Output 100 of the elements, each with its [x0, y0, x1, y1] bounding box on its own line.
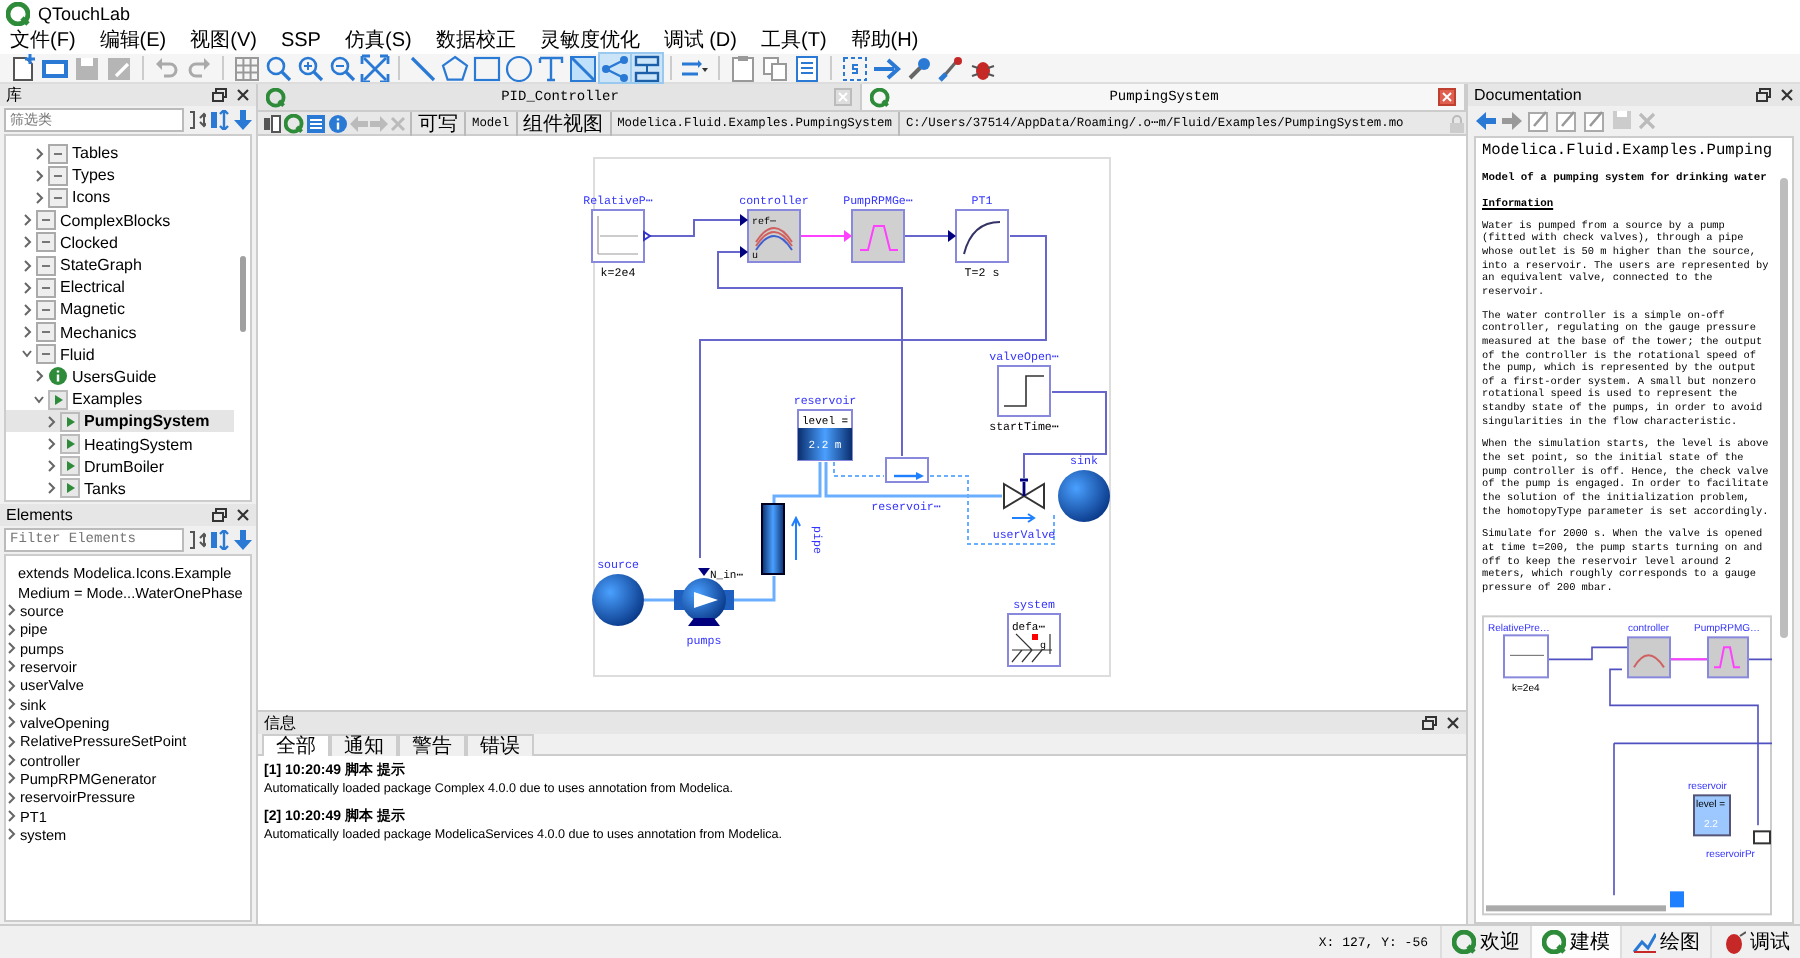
close-icon[interactable] — [1446, 716, 1460, 730]
message-tab[interactable]: 警告 — [398, 734, 466, 756]
app-logo-icon[interactable] — [284, 113, 304, 133]
menu-item[interactable]: 灵敏度优化 — [539, 29, 640, 53]
tree-item[interactable]: Examples — [6, 388, 147, 411]
window-title: QTouchLab — [38, 4, 131, 24]
dashed-square-icon[interactable] — [840, 54, 870, 82]
ellipse-icon[interactable] — [504, 54, 534, 82]
tree-item[interactable]: Tables — [6, 142, 123, 165]
pipe-symbol[interactable] — [761, 503, 801, 575]
text-view-icon[interactable] — [306, 113, 326, 133]
collapse-all-icon[interactable] — [210, 530, 230, 550]
controller-block[interactable] — [740, 209, 801, 263]
edit-icon[interactable] — [1556, 109, 1578, 131]
brush-icon[interactable] — [936, 54, 966, 82]
message-tab[interactable]: 错误 — [466, 734, 534, 756]
view-toggle-icon[interactable] — [262, 113, 282, 133]
scrollbar-thumb[interactable] — [240, 256, 246, 332]
info-icon[interactable] — [328, 113, 348, 133]
scrollbar-thumb[interactable] — [1780, 178, 1789, 638]
edit-icon[interactable] — [1584, 109, 1606, 131]
line-icon[interactable] — [408, 54, 438, 82]
menu-item[interactable]: 仿真(S) — [344, 29, 412, 53]
down-arrow-icon[interactable] — [234, 530, 252, 550]
menu-item[interactable]: 帮助(H) — [850, 29, 919, 53]
right-arrow-icon[interactable] — [872, 54, 902, 82]
play-icon — [60, 456, 80, 477]
float-icon[interactable] — [212, 88, 228, 102]
boundary-sphere[interactable] — [1058, 470, 1110, 522]
tree-item[interactable]: Magnetic — [6, 298, 129, 321]
menu-item[interactable]: SSP — [280, 29, 321, 53]
zoom-out-icon[interactable] — [328, 54, 358, 82]
edit-icon[interactable] — [1528, 109, 1550, 131]
clipboard-icon[interactable] — [728, 54, 758, 82]
back-arrow-icon[interactable] — [1476, 111, 1496, 129]
tree-item[interactable]: Types — [6, 164, 119, 187]
tree-item[interactable]: PumpingSystem — [6, 410, 234, 433]
message-tab[interactable]: 通知 — [330, 734, 398, 756]
float-icon[interactable] — [212, 508, 228, 522]
menu-item[interactable]: 文件(F) — [10, 29, 76, 53]
message-tab[interactable]: 全部 — [262, 734, 330, 756]
step-block[interactable] — [997, 365, 1051, 417]
tree-item[interactable]: DrumBoiler — [6, 455, 169, 478]
folder-icon[interactable] — [40, 54, 70, 82]
tree-item[interactable]: Icons — [6, 186, 115, 210]
boundary-sphere[interactable] — [592, 574, 644, 626]
menu-item[interactable]: 视图(V) — [190, 29, 257, 53]
valve-symbol[interactable] — [1003, 478, 1045, 523]
chart-icon — [1632, 930, 1656, 954]
package-icon — [36, 232, 56, 253]
tank-block[interactable] — [797, 409, 853, 461]
tree-item[interactable]: Tanks — [6, 477, 130, 500]
pulse-block[interactable] — [844, 209, 905, 263]
constant-block[interactable] — [591, 209, 652, 263]
close-icon[interactable] — [1438, 88, 1456, 106]
tree-item[interactable]: UsersGuide — [6, 365, 161, 389]
tree-item[interactable]: Electrical — [6, 276, 129, 299]
package-icon — [36, 322, 56, 343]
menu-item[interactable]: 工具(T) — [761, 29, 827, 53]
float-icon[interactable] — [1756, 88, 1773, 102]
play-icon — [60, 411, 80, 432]
menu-item[interactable]: 调试 (D) — [663, 29, 737, 53]
collapse-all-icon[interactable] — [210, 110, 230, 130]
close-icon[interactable] — [236, 88, 250, 102]
boxes-icon[interactable] — [632, 54, 662, 82]
package-icon — [48, 187, 68, 208]
float-icon[interactable] — [1422, 716, 1438, 730]
down-arrow-icon[interactable] — [234, 110, 252, 130]
zoom-in-icon[interactable] — [296, 54, 326, 82]
new-file-icon[interactable] — [8, 54, 38, 82]
copy-icon[interactable] — [760, 54, 790, 82]
polygon-icon[interactable] — [440, 54, 470, 82]
first-order-block[interactable] — [948, 209, 1009, 263]
fit-view-icon[interactable] — [360, 54, 390, 82]
close-icon[interactable] — [236, 508, 250, 522]
close-icon[interactable] — [1780, 88, 1795, 102]
text-tool-icon[interactable] — [536, 54, 566, 82]
rectangle-icon[interactable] — [472, 54, 502, 82]
connection-line — [730, 576, 776, 602]
bitmap-icon[interactable] — [568, 54, 598, 82]
app-logo-icon — [6, 2, 30, 26]
tree-item[interactable]: ComplexBlocks — [6, 209, 175, 232]
pressure-sensor[interactable] — [885, 457, 929, 483]
app-logo-icon — [1542, 930, 1566, 954]
connect-icon[interactable] — [600, 54, 630, 82]
perspective-button[interactable]: 建模 — [1530, 926, 1620, 958]
tree-item[interactable]: HeatingSystem — [6, 432, 197, 456]
menu-item[interactable]: 编辑(E) — [99, 29, 167, 53]
tree-item[interactable]: Fluid — [6, 343, 99, 366]
tree-item[interactable]: Mechanics — [6, 321, 141, 344]
play-icon — [48, 389, 68, 410]
tree-item[interactable]: StateGraph — [6, 253, 146, 277]
menu-item[interactable]: 数据校正 — [435, 29, 516, 53]
expand-all-icon[interactable] — [188, 530, 206, 550]
expand-all-icon[interactable] — [188, 110, 206, 130]
magnifier-icon[interactable] — [264, 54, 294, 82]
tree-item[interactable]: Clocked — [6, 231, 122, 254]
system-block[interactable] — [1007, 613, 1061, 667]
package-icon — [36, 210, 56, 231]
document-icon[interactable] — [792, 54, 822, 82]
